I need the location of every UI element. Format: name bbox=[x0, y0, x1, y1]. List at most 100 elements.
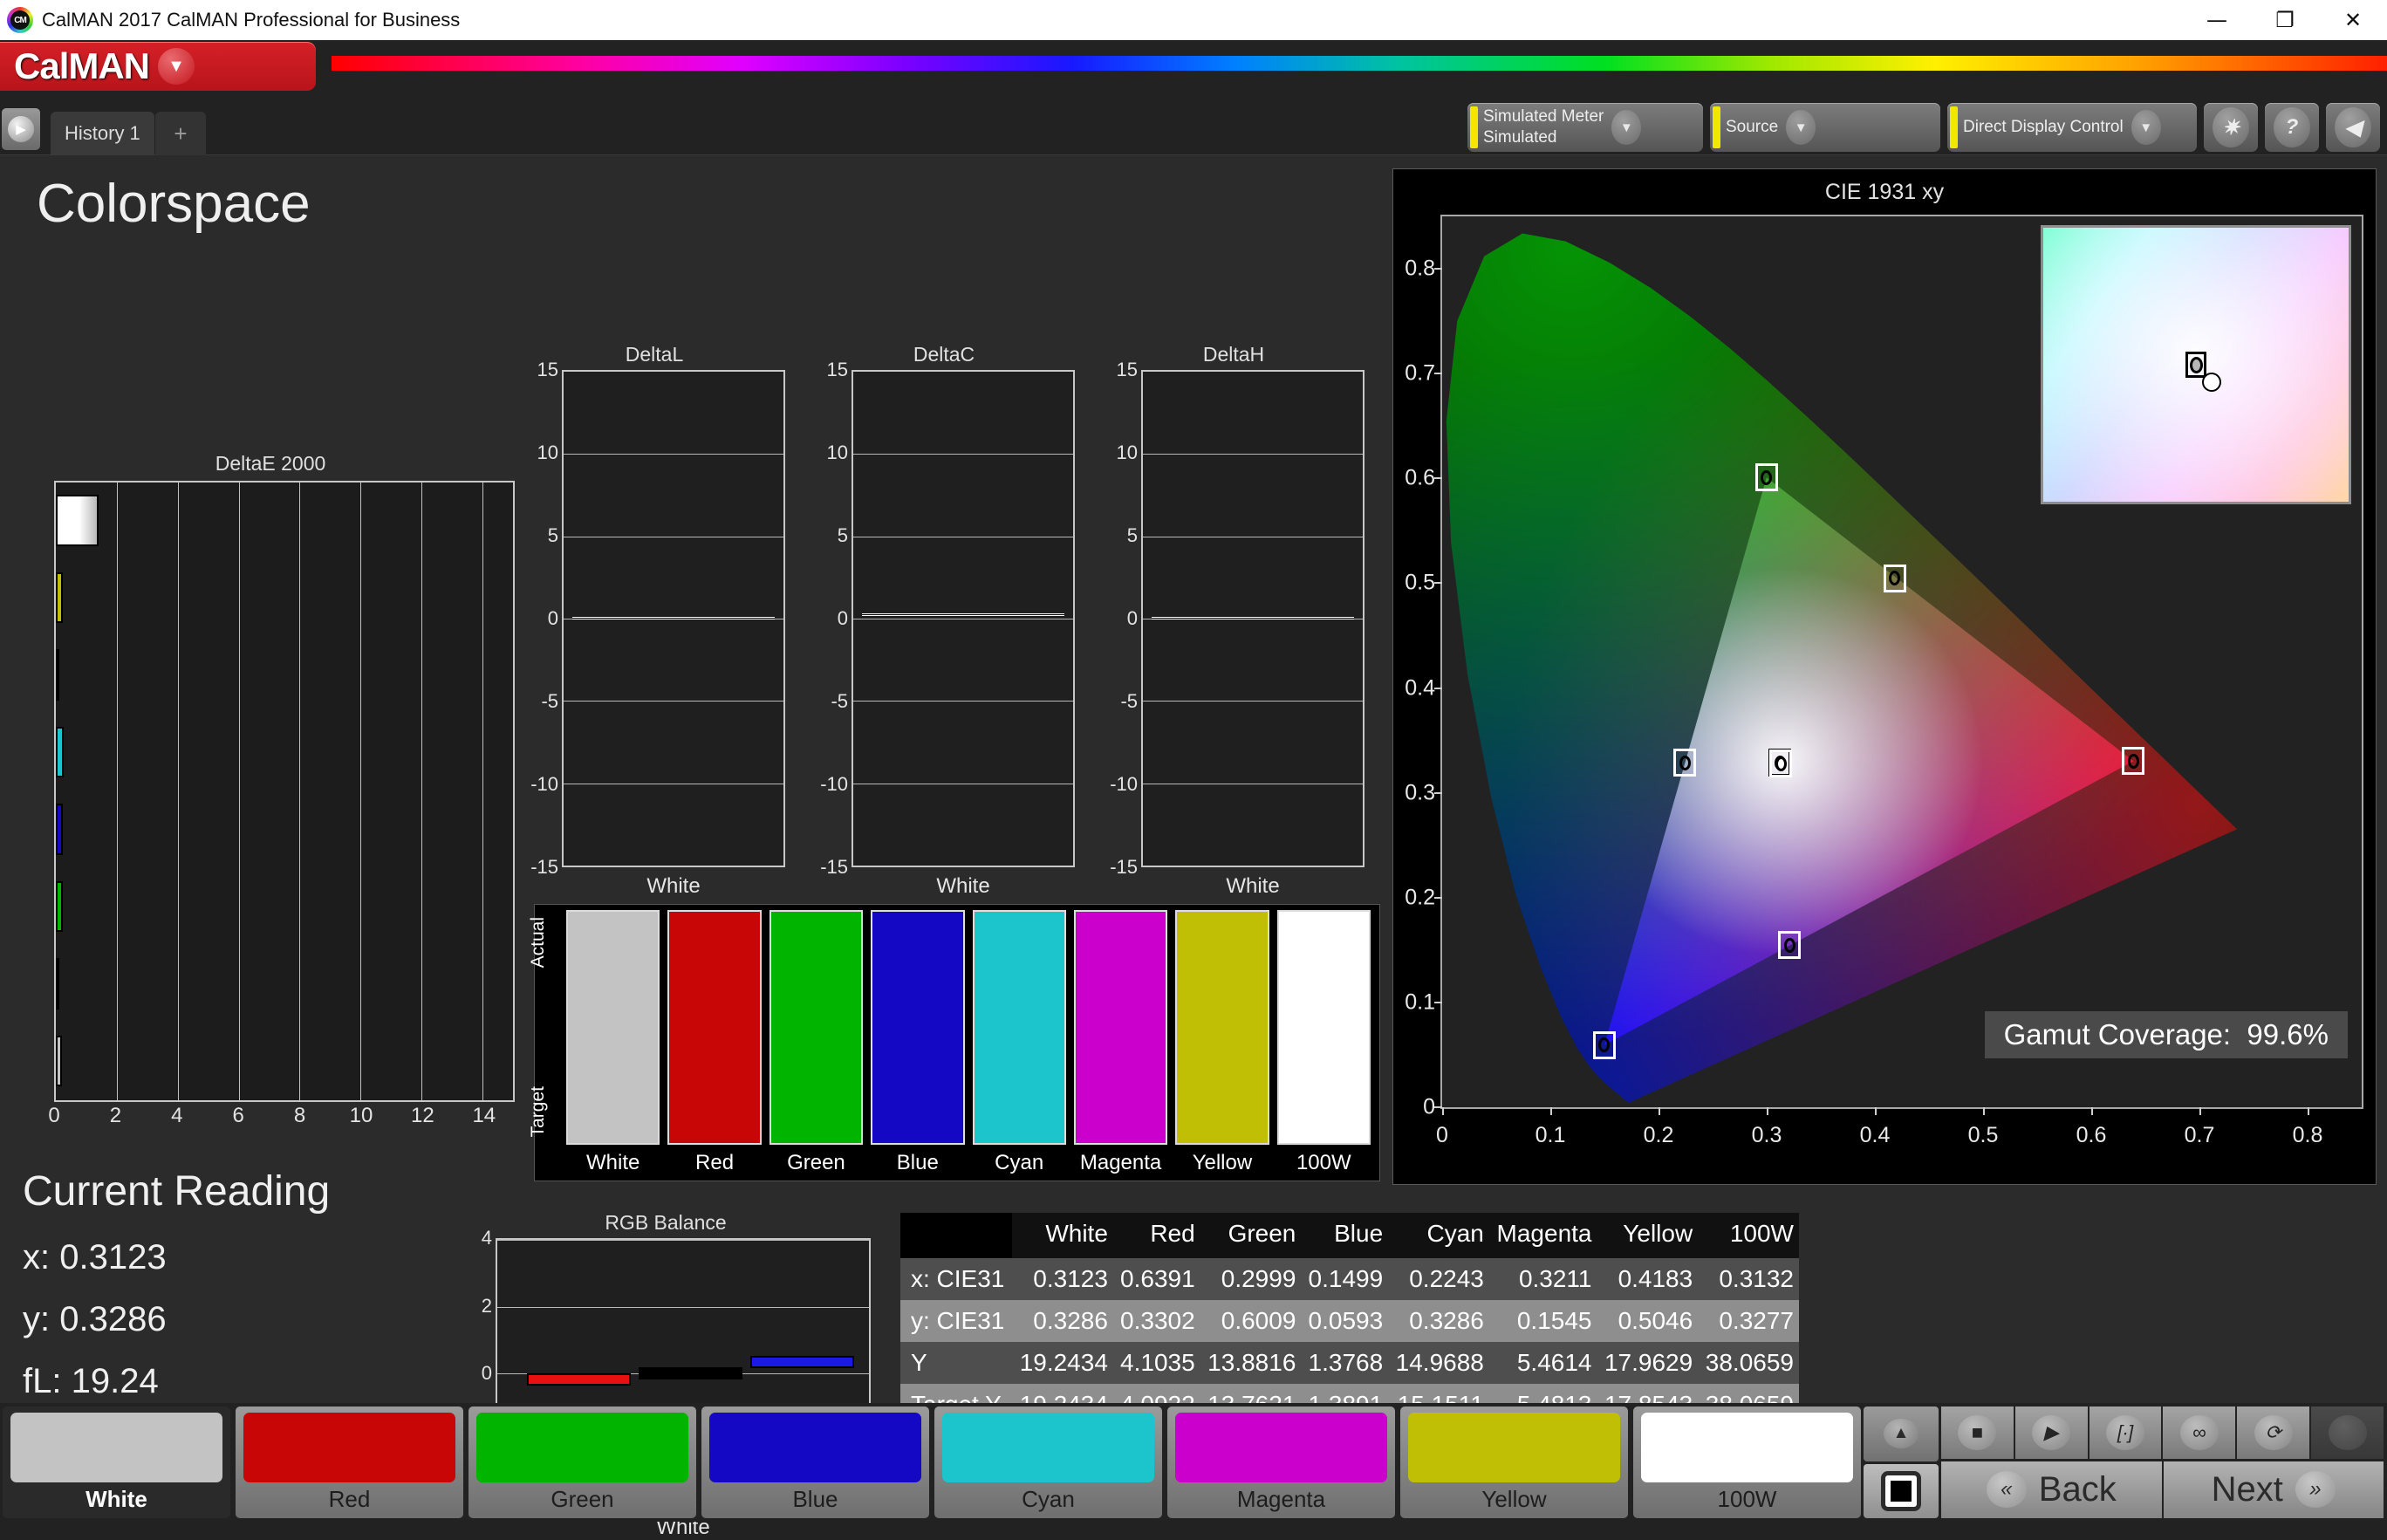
deltae-x-tick-label: 10 bbox=[350, 1104, 373, 1128]
pattern-button-red[interactable]: Red bbox=[236, 1407, 463, 1518]
table-row-label: x: CIE31 bbox=[900, 1258, 1012, 1300]
pattern-button-magenta[interactable]: Magenta bbox=[1167, 1407, 1395, 1518]
rgb-balance-title: RGB Balance bbox=[461, 1211, 871, 1235]
source-dropdown-arrow[interactable]: ▼ bbox=[1783, 103, 1818, 152]
swatch-chip bbox=[871, 910, 964, 1145]
swatch-label: Green bbox=[769, 1151, 863, 1175]
meter-value: Simulated bbox=[1483, 127, 1604, 148]
cie-marker-magenta bbox=[1778, 931, 1801, 959]
pattern-window-button[interactable] bbox=[1864, 1464, 1939, 1519]
window-title-bar: CM CalMAN 2017 CalMAN Professional for B… bbox=[0, 0, 2387, 40]
minimize-icon[interactable]: — bbox=[2183, 0, 2251, 40]
pattern-button-100w[interactable]: 100W bbox=[1633, 1407, 1861, 1518]
window-title: CalMAN 2017 CalMAN Professional for Busi… bbox=[42, 9, 460, 31]
rgb-balance-segment-red bbox=[527, 1373, 631, 1386]
deltae-x-tick-label: 0 bbox=[48, 1104, 59, 1128]
cie-x-tick-label: 0.2 bbox=[1644, 1123, 1674, 1148]
pattern-button-cyan[interactable]: Cyan bbox=[934, 1407, 1162, 1518]
pattern-button-green[interactable]: Green bbox=[469, 1407, 696, 1518]
display-dropdown-arrow[interactable]: ▼ bbox=[2129, 103, 2164, 152]
delta-y-tick-label: 15 bbox=[827, 359, 848, 381]
swatch-column: White bbox=[566, 910, 660, 1175]
pattern-button-label: Magenta bbox=[1237, 1482, 1325, 1518]
bottom-button-bar: White Red GreenBlue Cyan Magenta Yellow100W ▲… bbox=[0, 1403, 2387, 1522]
stop-icon: ■ bbox=[1958, 1415, 1996, 1450]
cie-x-tick-label: 0.6 bbox=[2076, 1123, 2107, 1148]
pattern-color-chip bbox=[942, 1413, 1154, 1482]
meter-dropdown-arrow[interactable]: ▼ bbox=[1609, 103, 1644, 152]
table-column-header: Red bbox=[1113, 1213, 1200, 1258]
tab-history-1[interactable]: History 1 bbox=[51, 112, 154, 155]
swatch-label: Cyan bbox=[973, 1151, 1066, 1175]
cie-marker-dot bbox=[1761, 470, 1772, 485]
current-reading-x: x: 0.3123 bbox=[23, 1238, 511, 1277]
delta-chart: DeltaL151050-5-10-15White bbox=[523, 343, 785, 899]
refresh-button[interactable]: ⟳ bbox=[2237, 1407, 2309, 1459]
add-tab-button[interactable]: + bbox=[155, 112, 206, 155]
chevron-down-icon[interactable]: ▼ bbox=[158, 48, 195, 85]
play-button[interactable]: ▶ bbox=[2015, 1407, 2088, 1459]
swatch-column: Cyan bbox=[973, 910, 1066, 1175]
collapse-panel-button[interactable]: ◀ bbox=[2326, 103, 2380, 152]
table-column-header bbox=[900, 1213, 1012, 1258]
stop-button[interactable]: ■ bbox=[1941, 1407, 2014, 1459]
table-column-header: Magenta bbox=[1489, 1213, 1597, 1258]
deltae-2000-chart: DeltaE 2000 02468101214 bbox=[26, 452, 515, 1124]
cie-y-tick bbox=[1434, 582, 1442, 584]
chevron-left-double-icon: « bbox=[1987, 1471, 2027, 1508]
rgb-balance-segment-green bbox=[639, 1367, 742, 1379]
settings-button[interactable]: ✷ bbox=[2204, 103, 2258, 152]
continuous-button[interactable]: ∞ bbox=[2163, 1407, 2235, 1459]
next-label: Next bbox=[2212, 1470, 2283, 1509]
delta-x-label: White bbox=[852, 874, 1075, 899]
source-selector[interactable]: Source ▼ bbox=[1710, 103, 1940, 152]
header-controls: Simulated Meter Simulated ▼ Source ▼ Dir… bbox=[1467, 103, 2380, 152]
cie-x-tick bbox=[2308, 1107, 2309, 1115]
cie-marker-blue bbox=[1593, 1031, 1616, 1059]
swatch-columns: WhiteRedGreenBlueCyanMagentaYellow100W bbox=[566, 910, 1374, 1175]
restore-icon[interactable]: ❐ bbox=[2251, 0, 2319, 40]
pattern-button-label: White bbox=[85, 1482, 147, 1518]
back-button[interactable]: « Back bbox=[1941, 1461, 2162, 1518]
delta-y-tick-label: -10 bbox=[530, 773, 558, 796]
close-icon[interactable]: ✕ bbox=[2319, 0, 2387, 40]
help-button[interactable]: ? bbox=[2265, 103, 2319, 152]
play-icon: ▶ bbox=[2032, 1415, 2070, 1450]
scroll-up-button[interactable]: ▲ bbox=[1864, 1407, 1939, 1461]
pattern-button-white[interactable]: White bbox=[3, 1407, 230, 1518]
pattern-window-controls: ▲ bbox=[1864, 1407, 1939, 1518]
swatch-label: Red bbox=[667, 1151, 761, 1175]
table-cell: 0.1545 bbox=[1489, 1300, 1597, 1342]
chevron-down-icon: ▼ bbox=[2131, 110, 2161, 145]
pattern-window-icon bbox=[1881, 1471, 1921, 1511]
deltae-bar bbox=[56, 495, 99, 545]
chevron-left-icon: ◀ bbox=[2335, 107, 2371, 147]
pattern-button-yellow[interactable]: Yellow bbox=[1400, 1407, 1628, 1518]
pattern-button-label: Cyan bbox=[1022, 1482, 1075, 1518]
pattern-color-chip bbox=[10, 1413, 222, 1482]
pattern-color-chip bbox=[1408, 1413, 1620, 1482]
pattern-button-label: Red bbox=[329, 1482, 371, 1518]
delta-y-tick-label: -5 bbox=[831, 690, 848, 713]
table-cell: 1.3768 bbox=[1301, 1342, 1388, 1384]
cie-y-tick bbox=[1434, 373, 1442, 374]
next-button[interactable]: Next » bbox=[2164, 1461, 2384, 1518]
current-reading-heading: Current Reading bbox=[23, 1167, 511, 1215]
meter-selector[interactable]: Simulated Meter Simulated ▼ bbox=[1467, 103, 1703, 152]
table-cell: 0.3132 bbox=[1698, 1258, 1799, 1300]
display-title: Direct Display Control bbox=[1963, 117, 2124, 138]
delta-gridline bbox=[853, 454, 1073, 455]
sidebar-toggle-button[interactable]: ▶ bbox=[2, 108, 40, 150]
calman-menu-button[interactable]: CalMAN ▼ bbox=[0, 42, 316, 91]
actual-label: Actual bbox=[528, 917, 549, 968]
deltae-x-tick-label: 6 bbox=[233, 1104, 244, 1128]
deltae-x-tick-label: 14 bbox=[472, 1104, 496, 1128]
delta-y-tick-label: 10 bbox=[537, 441, 558, 464]
pattern-button-blue[interactable]: Blue bbox=[701, 1407, 929, 1518]
deltae-gridline bbox=[178, 483, 179, 1100]
display-control-selector[interactable]: Direct Display Control ▼ bbox=[1947, 103, 2197, 152]
delta-y-tick-label: 15 bbox=[1117, 359, 1138, 381]
cie-x-tick bbox=[2199, 1107, 2201, 1115]
delta-chart-body: 151050-5-10-15 bbox=[523, 370, 785, 867]
measure-range-button[interactable]: [∙] bbox=[2089, 1407, 2162, 1459]
